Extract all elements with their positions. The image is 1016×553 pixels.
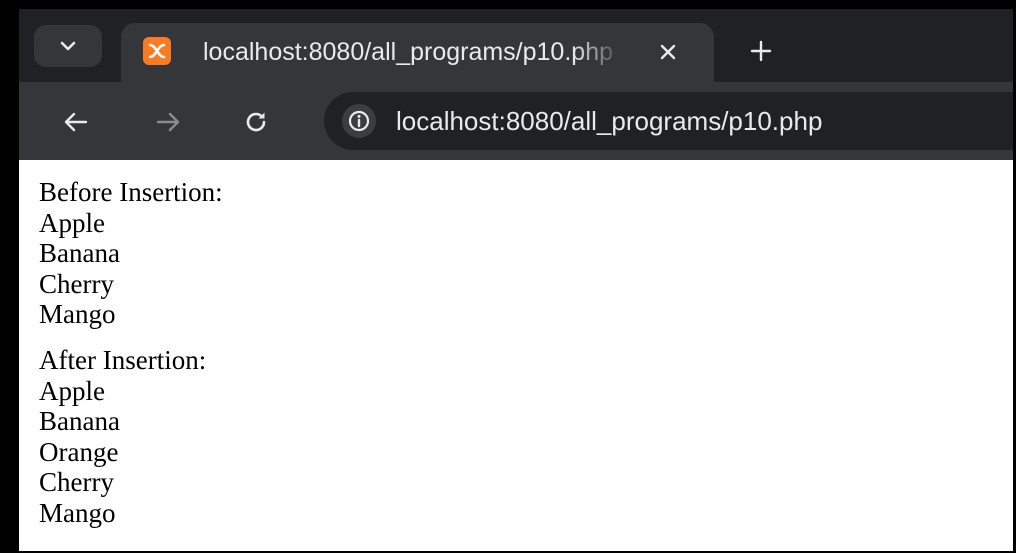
list-item: Cherry <box>39 268 114 299</box>
page-content: Before Insertion: Apple Banana Cherry Ma… <box>19 160 1013 551</box>
chevron-down-icon <box>60 41 76 51</box>
back-button[interactable] <box>56 102 96 142</box>
tab-search-button[interactable] <box>34 25 102 67</box>
address-bar[interactable]: localhost:8080/all_programs/p10.php <box>324 92 1013 150</box>
before-heading: Before Insertion: <box>39 177 223 207</box>
forward-button[interactable] <box>148 102 188 142</box>
list-item: Banana <box>39 406 120 437</box>
info-icon <box>348 110 370 132</box>
browser-window: localhost:8080/all_programs/p10.php loca… <box>19 9 1013 551</box>
back-arrow-icon <box>64 112 88 132</box>
tab-close-button[interactable] <box>653 37 683 67</box>
list-item: Apple <box>39 207 105 238</box>
site-info-button[interactable] <box>342 104 376 138</box>
list-item: Orange <box>39 436 119 467</box>
after-heading: After Insertion: <box>39 344 207 375</box>
tab-strip: localhost:8080/all_programs/p10.php <box>19 9 1013 82</box>
reload-button[interactable] <box>236 102 276 142</box>
close-icon <box>660 44 676 60</box>
php-output: Before Insertion: Apple Banana Cherry Ma… <box>39 177 223 529</box>
new-tab-button[interactable] <box>741 31 781 71</box>
active-tab[interactable]: localhost:8080/all_programs/p10.php <box>121 23 714 82</box>
browser-toolbar: localhost:8080/all_programs/p10.php <box>19 82 1013 160</box>
screenshot-frame: localhost:8080/all_programs/p10.php loca… <box>0 0 1016 553</box>
line-break <box>39 330 223 345</box>
reload-icon <box>246 112 266 132</box>
list-item: Mango <box>39 497 116 528</box>
list-item: Cherry <box>39 467 114 498</box>
list-item: Banana <box>39 238 120 269</box>
tab-title: localhost:8080/all_programs/p10.php <box>203 38 613 66</box>
plus-icon <box>750 40 772 62</box>
forward-arrow-icon <box>156 112 180 132</box>
list-item: Mango <box>39 299 116 330</box>
url-text[interactable]: localhost:8080/all_programs/p10.php <box>396 105 1013 137</box>
xampp-icon <box>143 37 171 65</box>
list-item: Apple <box>39 375 105 406</box>
